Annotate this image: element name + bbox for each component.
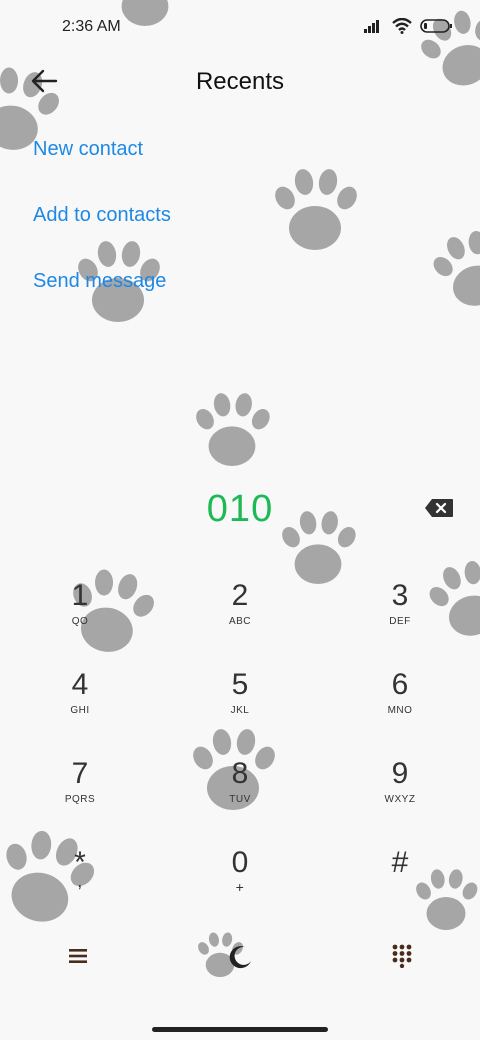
status-bar: 2:36 AM [0,0,480,56]
key-digit: 2 [231,579,249,612]
key-4[interactable]: 4 GHI [20,667,140,747]
key-letters: DEF [389,616,411,627]
key-letters: WXYZ [384,794,416,805]
status-icons [364,18,452,34]
add-to-contacts-link[interactable]: Add to contacts [33,204,171,227]
key-letters: PQRS [64,794,96,805]
key-2[interactable]: 2 ABC [180,578,300,658]
night-mode-icon [229,946,251,969]
key-digit: 6 [391,668,409,701]
key-digit: # [391,846,409,879]
backspace-icon[interactable] [424,498,454,518]
key-8[interactable]: 8 TUV [180,756,300,836]
page-title: Recents [195,68,285,95]
key-letters: TUV [229,794,251,805]
menu-icon [69,949,87,963]
key-letters: , [77,871,83,891]
menu-button[interactable] [48,928,108,984]
key-digit: 0 [231,846,249,879]
key-6[interactable]: 6 MNO [340,667,460,747]
signal-icon [364,20,379,33]
dialed-number: 010 [206,488,274,530]
dialpad-toggle-button[interactable] [372,928,432,984]
new-contact-link[interactable]: New contact [33,138,143,161]
key-letters: MNO [387,705,413,716]
key-digit: 3 [391,579,409,612]
dialpad-icon [392,944,412,968]
key-3[interactable]: 3 DEF [340,578,460,658]
home-indicator[interactable] [152,1027,328,1032]
key-digit: 4 [71,668,89,701]
key-digit: 8 [231,757,249,790]
battery-icon [420,19,452,33]
key-9[interactable]: 9 WXYZ [340,756,460,836]
header: Recents [0,56,480,106]
key-0[interactable]: 0 + [180,845,300,925]
key-7[interactable]: 7 PQRS [20,756,140,836]
bottom-bar [0,928,480,984]
key-letters: JKL [230,705,250,716]
key-letters: ABC [228,616,252,627]
status-time: 2:36 AM [62,18,121,35]
wifi-icon [392,18,412,34]
key-5[interactable]: 5 JKL [180,667,300,747]
key-letters: QO [71,616,89,627]
key-star[interactable]: * , [20,845,140,925]
key-letters: + [235,879,245,895]
key-digit: 7 [71,757,89,790]
key-letters: GHI [70,705,90,716]
send-message-link[interactable]: Send message [33,270,166,293]
key-hash[interactable]: # [340,845,460,925]
key-digit: 1 [71,579,89,612]
key-1[interactable]: 1 QO [20,578,140,658]
key-digit: 5 [231,668,249,701]
theme-button[interactable] [210,928,270,984]
key-digit: 9 [391,757,409,790]
